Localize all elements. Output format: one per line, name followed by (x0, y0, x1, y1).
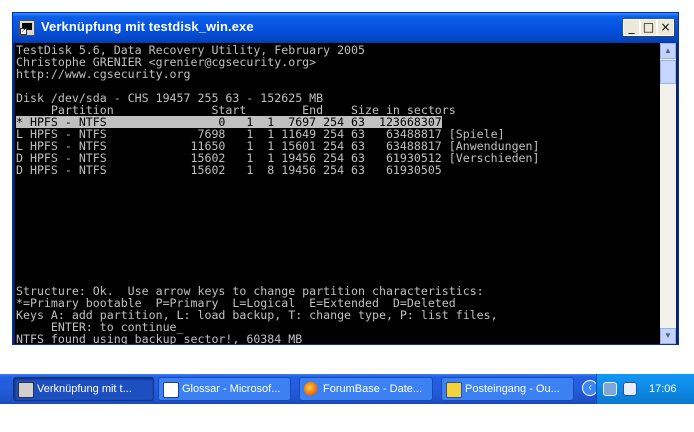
taskbar: Verknüpfung mit t... Glossar - Microsof.… (0, 374, 694, 432)
title-bar[interactable]: ↗ Verknüpfung mit testdisk_win.exe _ □ × (13, 13, 678, 43)
console-window: ↗ Verknüpfung mit testdisk_win.exe _ □ ×… (12, 12, 679, 345)
shortcut-console-icon[interactable]: ↗ (19, 20, 35, 36)
scroll-thumb[interactable] (660, 60, 676, 84)
task-button-firefox[interactable]: ForumBase - Date... (299, 377, 433, 401)
desktop-background (0, 349, 694, 374)
task-button-testdisk[interactable]: Verknüpfung mit t... (13, 377, 154, 401)
console-output[interactable]: TestDisk 5.6, Data Recovery Utility, Feb… (15, 43, 661, 344)
outlook-icon (446, 382, 462, 398)
task-label: Verknüpfung mit t... (37, 383, 132, 395)
word-icon (163, 382, 179, 398)
task-label: ForumBase - Date... (323, 383, 423, 395)
ntfs-message: NTFS found using backup sector!, 60384 M… (16, 332, 303, 344)
firefox-icon (304, 382, 318, 396)
close-button[interactable]: × (657, 19, 674, 36)
vertical-scrollbar[interactable]: ▲ ▼ (660, 43, 676, 344)
network-icon[interactable] (603, 382, 617, 396)
task-label: Posteingang - Ou... (465, 383, 560, 395)
console-icon (18, 382, 34, 398)
system-tray: 17:06 (596, 374, 694, 404)
partition-row[interactable]: D HPFS - NTFS 15602 1 8 19456 254 63 619… (16, 164, 442, 176)
minimize-button[interactable]: _ (623, 19, 640, 36)
scroll-up-icon[interactable]: ▲ (660, 43, 676, 59)
scroll-down-icon[interactable]: ▼ (660, 328, 676, 344)
window-title: Verknüpfung mit testdisk_win.exe (41, 19, 254, 34)
clock[interactable]: 17:06 (649, 374, 677, 404)
volume-icon[interactable] (623, 382, 637, 396)
task-label: Glossar - Microsof... (182, 383, 281, 395)
taskbar-bar: Verknüpfung mit t... Glossar - Microsof.… (0, 374, 694, 404)
maximize-button[interactable]: □ (640, 19, 657, 36)
task-button-word[interactable]: Glossar - Microsof... (158, 377, 291, 401)
header-line-3: http://www.cgsecurity.org (16, 67, 191, 81)
task-button-outlook[interactable]: Posteingang - Ou... (441, 377, 574, 401)
